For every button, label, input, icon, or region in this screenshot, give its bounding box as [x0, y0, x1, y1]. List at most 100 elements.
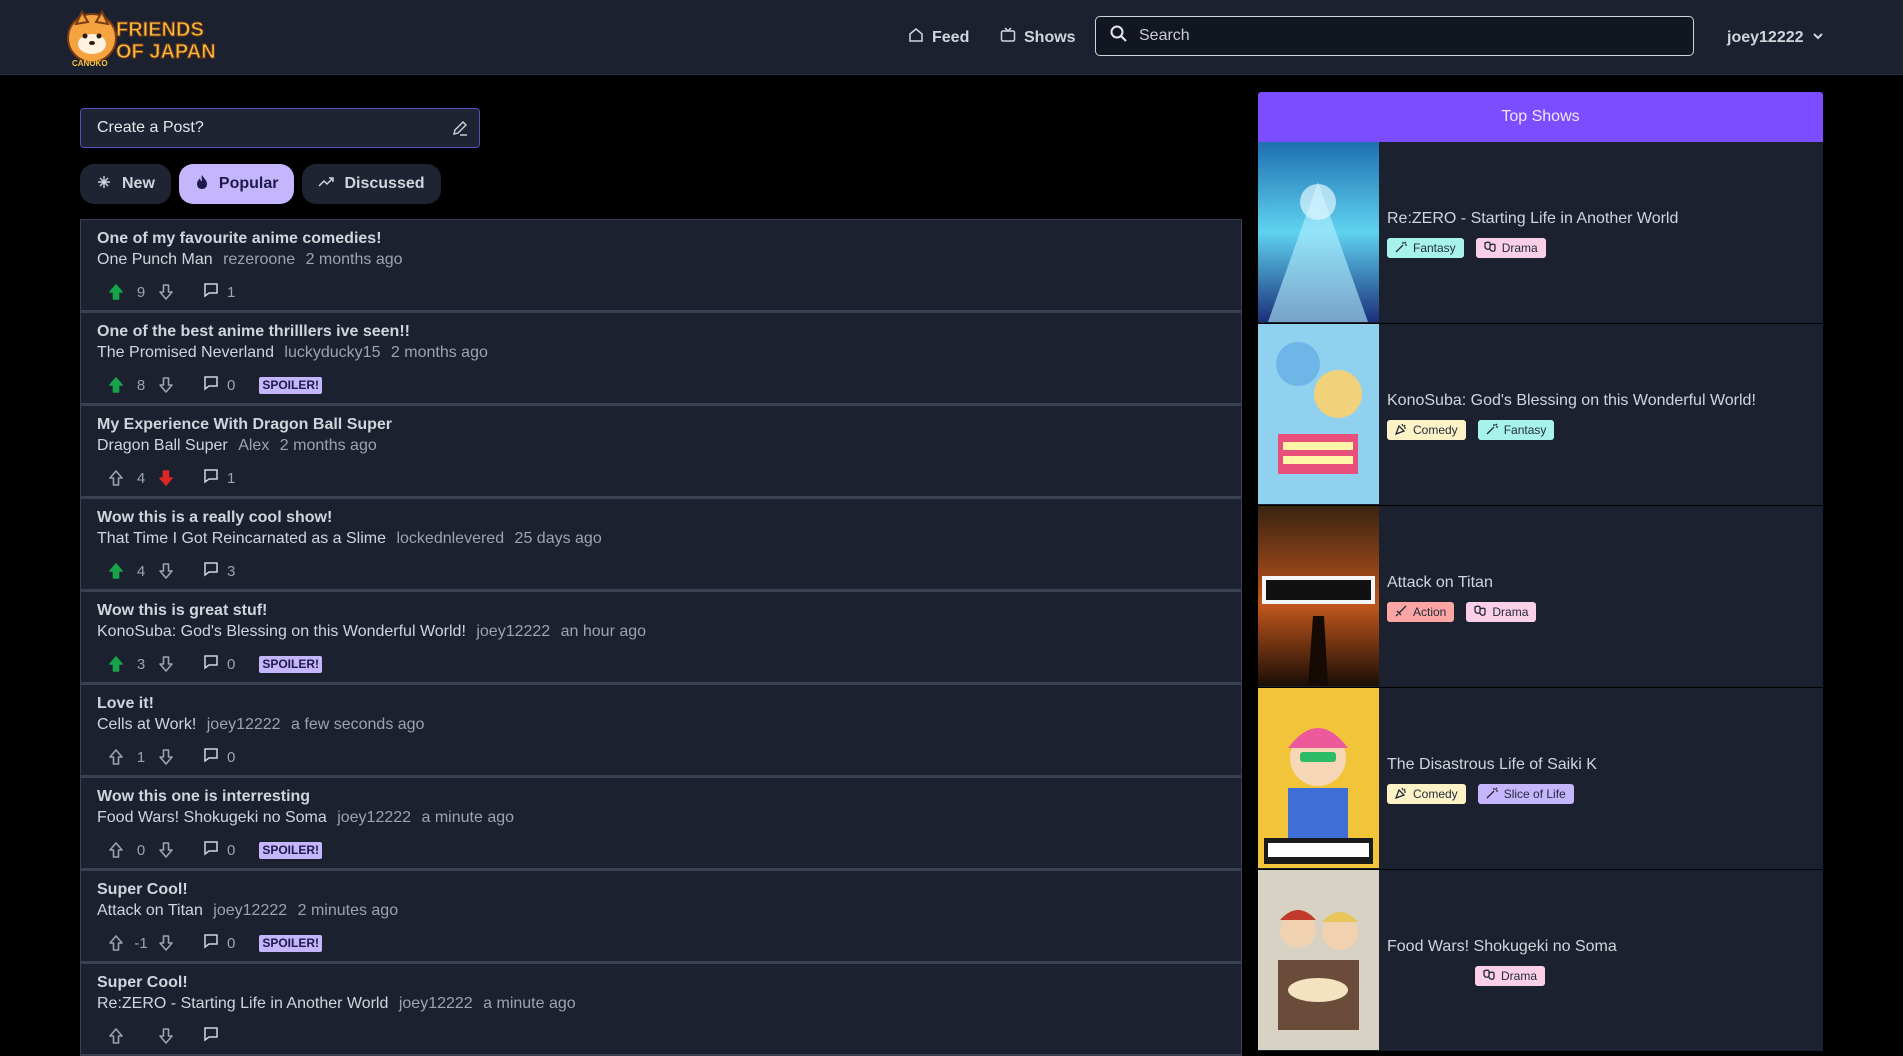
- upvote-arrow-icon[interactable]: [107, 748, 125, 766]
- post-card[interactable]: Super Cool! Re:ZERO - Starting Life in A…: [80, 963, 1242, 1056]
- search-input[interactable]: [1139, 27, 1679, 45]
- genre-tag[interactable]: Fantasy: [1387, 238, 1464, 258]
- sort-tab-discussed[interactable]: Discussed: [302, 164, 441, 204]
- genre-tag[interactable]: Drama: [1475, 966, 1546, 986]
- post-show-link[interactable]: That Time I Got Reincarnated as a Slime: [97, 530, 386, 547]
- comments-button[interactable]: 0: [203, 933, 235, 953]
- post-card[interactable]: One of the best anime thrilllers ive see…: [80, 312, 1242, 405]
- sort-tab-new[interactable]: New: [80, 164, 171, 204]
- post-title[interactable]: Wow this one is interresting: [97, 788, 310, 806]
- upvote-arrow-icon[interactable]: [107, 469, 125, 487]
- post-card[interactable]: Wow this one is interresting Food Wars! …: [80, 777, 1242, 870]
- post-author[interactable]: joey12222: [213, 902, 287, 919]
- show-poster-image[interactable]: [1258, 142, 1379, 322]
- downvote-arrow-icon[interactable]: [157, 841, 175, 859]
- post-title[interactable]: One of my favourite anime comedies!: [97, 230, 382, 248]
- post-author[interactable]: luckyducky15: [284, 344, 380, 361]
- post-title[interactable]: One of the best anime thrilllers ive see…: [97, 323, 410, 341]
- post-title[interactable]: Wow this is a really cool show!: [97, 509, 332, 527]
- genre-tag[interactable]: Slice of Life: [1477, 784, 1574, 804]
- post-show-link[interactable]: KonoSuba: God's Blessing on this Wonderf…: [97, 623, 466, 640]
- post-show-link[interactable]: One Punch Man: [97, 251, 213, 268]
- downvote-arrow-icon[interactable]: [157, 655, 175, 673]
- post-card[interactable]: Super Cool! Attack on Titan joey12222 2 …: [80, 870, 1242, 963]
- show-title[interactable]: KonoSuba: God's Blessing on this Wonderf…: [1387, 392, 1756, 410]
- user-menu[interactable]: joey12222: [1727, 0, 1824, 75]
- upvote-arrow-icon[interactable]: [107, 934, 125, 952]
- post-card[interactable]: Wow this is great stuf! KonoSuba: God's …: [80, 591, 1242, 684]
- genre-tag[interactable]: Comedy: [1387, 784, 1466, 804]
- comments-button[interactable]: 1: [203, 468, 235, 488]
- comments-button[interactable]: 0: [203, 375, 235, 395]
- top-show-card[interactable]: Re:ZERO - Starting Life in Another World…: [1258, 142, 1823, 324]
- comments-button[interactable]: 3: [203, 561, 235, 581]
- upvote-arrow-icon[interactable]: [107, 655, 125, 673]
- post-show-link[interactable]: Food Wars! Shokugeki no Soma: [97, 809, 327, 826]
- upvote-arrow-icon[interactable]: [107, 376, 125, 394]
- top-show-card[interactable]: The Disastrous Life of Saiki K Comedy Sli…: [1258, 688, 1823, 870]
- upvote-arrow-icon[interactable]: [107, 841, 125, 859]
- show-poster-image[interactable]: [1258, 324, 1379, 504]
- genre-tag[interactable]: Drama: [1475, 238, 1546, 258]
- post-author[interactable]: rezeroone: [223, 251, 295, 268]
- post-author[interactable]: lockednlevered: [396, 530, 504, 547]
- show-poster-image[interactable]: [1258, 506, 1379, 686]
- create-post-input[interactable]: Create a Post?: [80, 108, 480, 148]
- top-show-card[interactable]: KonoSuba: God's Blessing on this Wonderf…: [1258, 324, 1823, 506]
- post-title[interactable]: Wow this is great stuf!: [97, 602, 267, 620]
- top-show-card[interactable]: Food Wars! Shokugeki no Soma Drama: [1258, 870, 1823, 1052]
- upvote-arrow-icon[interactable]: [107, 1027, 125, 1045]
- post-time: a few seconds ago: [291, 716, 425, 733]
- downvote-arrow-icon[interactable]: [157, 283, 175, 301]
- post-author[interactable]: joey12222: [207, 716, 281, 733]
- post-card[interactable]: My Experience With Dragon Ball Super Dra…: [80, 405, 1242, 498]
- genre-tag[interactable]: Action: [1387, 602, 1455, 622]
- post-show-link[interactable]: Cells at Work!: [97, 716, 196, 733]
- post-author[interactable]: joey12222: [399, 995, 473, 1012]
- top-show-card[interactable]: Attack on Titan Action Drama: [1258, 506, 1823, 688]
- post-show-link[interactable]: Attack on Titan: [97, 902, 203, 919]
- post-author[interactable]: Alex: [238, 437, 269, 454]
- post-show-link[interactable]: Re:ZERO - Starting Life in Another World: [97, 995, 388, 1012]
- post-title[interactable]: Super Cool!: [97, 881, 188, 899]
- genre-tag[interactable]: Fantasy: [1477, 420, 1555, 440]
- nav-feed-link[interactable]: Feed: [908, 0, 969, 75]
- upvote-arrow-icon[interactable]: [107, 562, 125, 580]
- downvote-arrow-icon[interactable]: [157, 469, 175, 487]
- downvote-arrow-icon[interactable]: [157, 376, 175, 394]
- post-card[interactable]: Love it! Cells at Work! joey12222 a few …: [80, 684, 1242, 777]
- post-show-link[interactable]: Dragon Ball Super: [97, 437, 228, 454]
- post-author[interactable]: joey12222: [476, 623, 550, 640]
- nav-shows-link[interactable]: Shows: [1000, 0, 1076, 75]
- show-poster-image[interactable]: [1258, 870, 1379, 1050]
- show-poster-image[interactable]: [1258, 688, 1379, 868]
- comments-button[interactable]: 0: [203, 840, 235, 860]
- comments-button[interactable]: 0: [203, 654, 235, 674]
- downvote-arrow-icon[interactable]: [157, 934, 175, 952]
- show-title[interactable]: Attack on Titan: [1387, 574, 1493, 592]
- genre-tag[interactable]: Comedy: [1387, 420, 1466, 440]
- sort-tab-new-label: New: [122, 175, 155, 192]
- post-title[interactable]: Love it!: [97, 695, 154, 713]
- show-title[interactable]: Re:ZERO - Starting Life in Another World: [1387, 210, 1678, 228]
- downvote-arrow-icon[interactable]: [157, 562, 175, 580]
- comments-button[interactable]: 1: [203, 282, 235, 302]
- sort-tab-popular[interactable]: Popular: [178, 164, 295, 204]
- genre-tag[interactable]: Drama: [1466, 602, 1537, 622]
- comments-button[interactable]: 0: [203, 747, 235, 767]
- genre-tags: Action Drama: [1387, 602, 1537, 622]
- site-logo[interactable]: FRIENDS OF JAPAN CANOKO: [66, 8, 226, 68]
- post-title[interactable]: My Experience With Dragon Ball Super: [97, 416, 392, 434]
- downvote-arrow-icon[interactable]: [157, 1027, 175, 1045]
- comments-button[interactable]: [203, 1026, 227, 1046]
- post-card[interactable]: One of my favourite anime comedies! One …: [80, 219, 1242, 312]
- post-show-link[interactable]: The Promised Neverland: [97, 344, 274, 361]
- show-title[interactable]: Food Wars! Shokugeki no Soma: [1387, 938, 1617, 956]
- post-card[interactable]: Wow this is a really cool show! That Tim…: [80, 498, 1242, 591]
- home-icon: [908, 27, 932, 48]
- downvote-arrow-icon[interactable]: [157, 748, 175, 766]
- post-author[interactable]: joey12222: [337, 809, 411, 826]
- show-title[interactable]: The Disastrous Life of Saiki K: [1387, 756, 1597, 774]
- post-title[interactable]: Super Cool!: [97, 974, 188, 992]
- upvote-arrow-icon[interactable]: [107, 283, 125, 301]
